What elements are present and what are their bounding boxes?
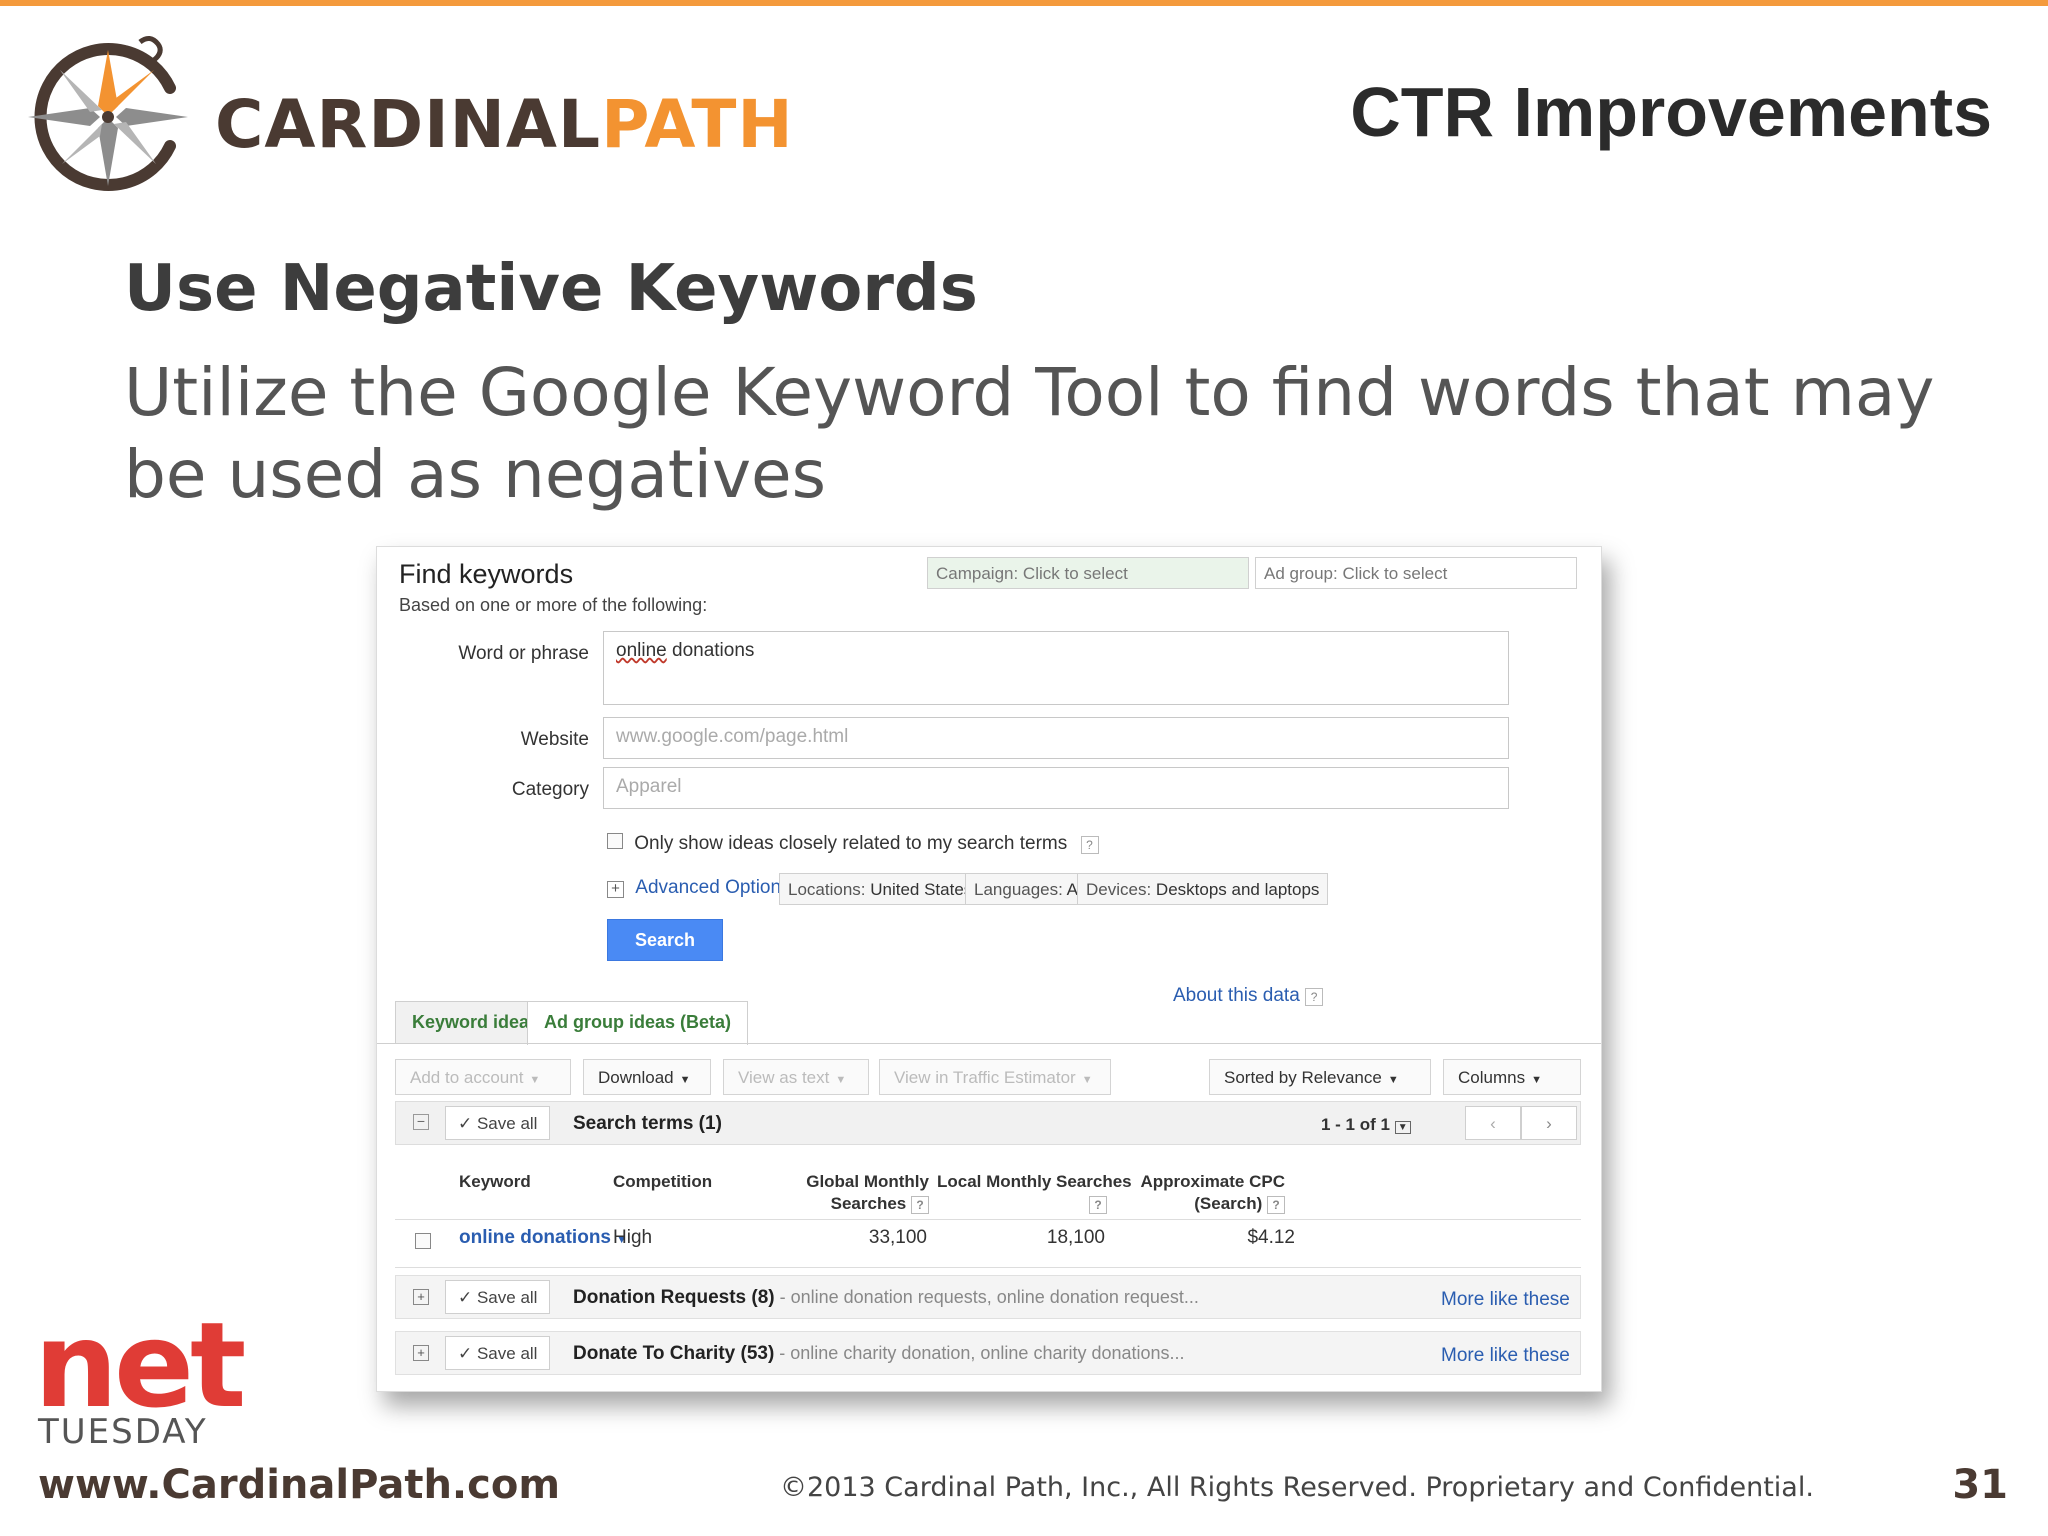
col-global-searches[interactable]: Global Monthly Searches ? (797, 1171, 929, 1215)
slide-title: CTR Improvements (1350, 73, 1992, 151)
only-related-checkbox[interactable] (607, 833, 623, 849)
prev-page-button[interactable]: ‹ (1465, 1106, 1521, 1140)
category-input[interactable]: Apparel (603, 767, 1509, 809)
download-button[interactable]: Download ▼ (583, 1059, 711, 1095)
about-data-link[interactable]: About this data ? (1173, 985, 1324, 1007)
only-related-row: Only show ideas closely related to my se… (607, 833, 1099, 855)
save-all-button[interactable]: ✓ Save all (445, 1280, 551, 1314)
pagination-info: 1 - 1 of 1 ▼ (1321, 1115, 1411, 1135)
help-icon[interactable]: ? (1089, 1196, 1107, 1214)
col-local-searches[interactable]: Local Monthly Searches? (937, 1171, 1132, 1215)
sort-dropdown[interactable]: Sorted by Relevance ▼ (1209, 1059, 1431, 1095)
search-button[interactable]: Search (607, 919, 723, 961)
net-tuesday-logo: net (34, 1296, 246, 1434)
slide-heading: Use Negative Keywords (124, 252, 978, 326)
columns-dropdown[interactable]: Columns ▼ (1443, 1059, 1581, 1095)
more-like-these-link[interactable]: More like these (1441, 1289, 1570, 1311)
keyword-link[interactable]: online donations ▼ (459, 1227, 627, 1249)
compass-icon (28, 36, 188, 191)
add-to-account-button[interactable]: Add to account ▼ (395, 1059, 571, 1095)
slide-subtext: Utilize the Google Keyword Tool to find … (124, 354, 1935, 513)
languages-chip[interactable]: Languages: All (965, 873, 1095, 905)
group-name: Donate To Charity (53) - online charity … (573, 1343, 1185, 1364)
only-related-label: Only show ideas closely related to my se… (634, 833, 1068, 854)
group-name: Donation Requests (8) - online donation … (573, 1287, 1199, 1308)
more-like-these-link[interactable]: More like these (1441, 1345, 1570, 1367)
collapse-icon[interactable]: − (413, 1113, 429, 1131)
adgroup-select[interactable]: Ad group: Click to select (1255, 557, 1577, 589)
find-keywords-title: Find keywords (399, 559, 574, 589)
expand-plus-icon: + (607, 881, 624, 898)
word-phrase-value: donations (666, 640, 755, 661)
row-checkbox[interactable] (415, 1233, 431, 1254)
help-icon[interactable]: ? (1080, 836, 1099, 854)
footer-website: www.CardinalPath.com (38, 1462, 560, 1508)
word-phrase-label: Word or phrase (458, 643, 589, 664)
view-traffic-estimator-button[interactable]: View in Traffic Estimator ▼ (879, 1059, 1111, 1095)
col-keyword[interactable]: Keyword (459, 1171, 531, 1193)
pagination-dropdown-icon[interactable]: ▼ (1394, 1121, 1411, 1134)
next-page-button[interactable]: › (1521, 1106, 1577, 1140)
col-cpc[interactable]: Approximate CPC (Search) ? (1117, 1171, 1285, 1215)
top-accent-bar (0, 0, 2048, 6)
page-number: 31 (1952, 1462, 2008, 1508)
expand-plus-icon[interactable]: + (413, 1344, 429, 1362)
net-tuesday-subtitle: TUESDAY (38, 1412, 208, 1452)
tab-divider (377, 1043, 1601, 1044)
col-competition[interactable]: Competition (613, 1171, 712, 1193)
cell-competition: High (613, 1227, 653, 1248)
category-label: Category (511, 779, 589, 800)
help-icon[interactable]: ? (1305, 988, 1324, 1006)
tab-adgroup-ideas[interactable]: Ad group ideas (Beta) (527, 1001, 749, 1045)
row-separator (395, 1267, 1581, 1268)
footer-copyright: ©2013 Cardinal Path, Inc., All Rights Re… (780, 1472, 1814, 1503)
expand-plus-icon[interactable]: + (413, 1288, 429, 1306)
keyword-tool-panel: Find keywords Based on one or more of th… (376, 546, 1602, 1392)
save-all-button[interactable]: ✓ Save all (445, 1106, 551, 1140)
word-phrase-input[interactable]: online donations (603, 631, 1509, 705)
cell-cpc: $4.12 (1247, 1227, 1295, 1248)
cell-global: 33,100 (868, 1227, 927, 1248)
header-separator (395, 1219, 1581, 1220)
brand-wordmark: CARDINALPATH (215, 86, 794, 163)
campaign-select[interactable]: Campaign: Click to select (927, 557, 1249, 589)
misspelled-word: online (616, 640, 667, 661)
website-label: Website (520, 729, 589, 750)
save-all-button[interactable]: ✓ Save all (445, 1336, 551, 1370)
devices-chip[interactable]: Devices: Desktops and laptops (1077, 873, 1329, 905)
cell-local: 18,100 (1046, 1227, 1105, 1248)
help-icon[interactable]: ? (1267, 1196, 1285, 1214)
find-keywords-subtitle: Based on one or more of the following: (399, 595, 708, 615)
help-icon[interactable]: ? (911, 1196, 929, 1214)
search-terms-label: Search terms (1) (573, 1113, 722, 1134)
view-as-text-button[interactable]: View as text ▼ (723, 1059, 869, 1095)
cardinal-path-logo: CARDINALPATH (20, 28, 793, 208)
website-input[interactable]: www.google.com/page.html (603, 717, 1509, 759)
